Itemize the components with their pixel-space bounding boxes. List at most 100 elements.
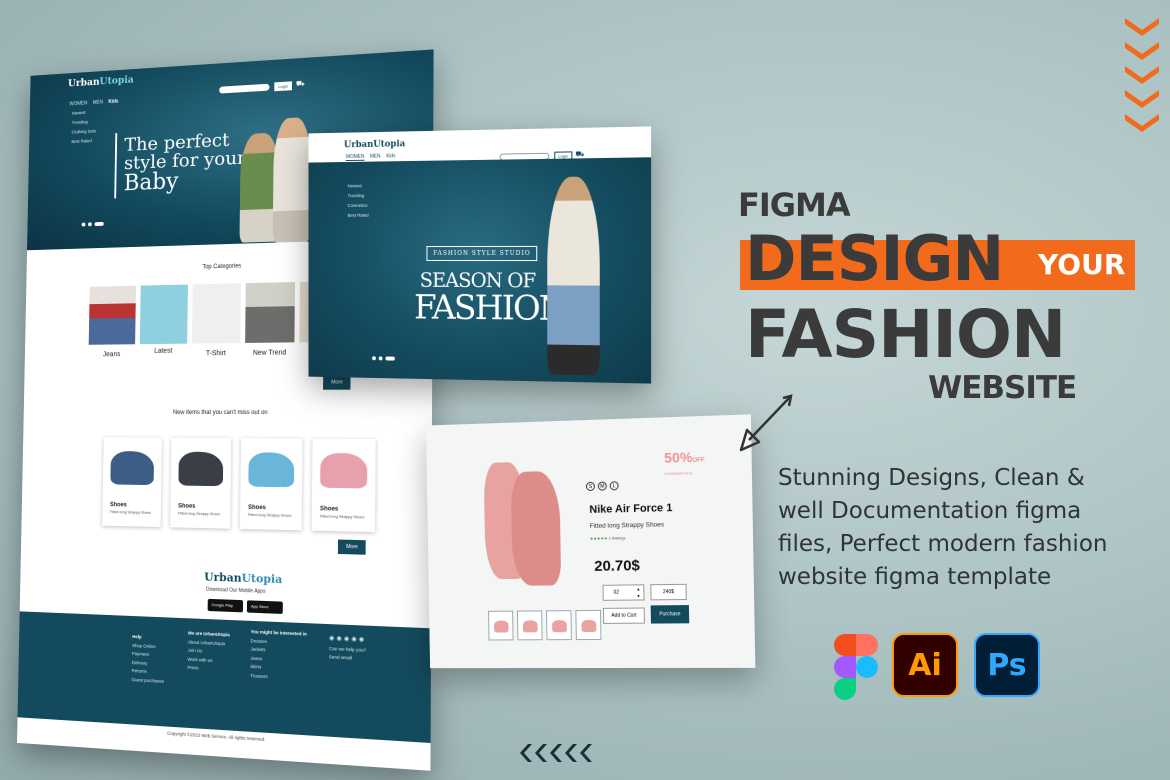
illustrator-icon: Ai <box>892 633 958 697</box>
product-page-mockup: S M L Nike Air Force 1 Fitted long Strap… <box>425 414 756 669</box>
login-button[interactable]: Login <box>274 81 292 92</box>
discount-off: OFF <box>692 457 705 465</box>
tagline-line: files, Perfect modern fashion <box>778 531 1108 557</box>
footer-col-help: Help Shop Online Payment Delivery Return… <box>132 634 165 687</box>
side-link[interactable]: Trending <box>348 193 369 198</box>
size-option[interactable]: L <box>609 481 619 491</box>
footer-link[interactable]: About UrbanUtopia <box>188 639 230 646</box>
footer-link[interactable]: Trousers <box>250 673 306 681</box>
card-title: Shoes <box>178 503 196 510</box>
product-thumbnail[interactable] <box>546 610 572 641</box>
side-link[interactable]: Clothing Sets <box>72 129 96 135</box>
more-items-button[interactable]: More <box>337 539 367 555</box>
product-thumbnail[interactable] <box>516 610 543 641</box>
footer-link[interactable]: Join Us <box>188 648 230 655</box>
nav-women[interactable]: WOMEN <box>345 153 365 162</box>
nav-kids[interactable]: Kids <box>386 153 395 159</box>
search-input[interactable] <box>219 83 270 94</box>
footer-logo: UrbanUtopia <box>204 570 282 586</box>
product-card[interactable]: Shoes Fitted long Strappy Shoes <box>311 438 376 533</box>
nav-men[interactable]: MEN <box>93 100 103 106</box>
fashion-heading: FASHION <box>745 296 1066 373</box>
footer-link[interactable]: Work with us <box>188 656 230 663</box>
quantity-stepper[interactable]: 02 ▲ ▼ <box>602 584 645 601</box>
social-icons[interactable]: ◉◉◉◉◉ <box>329 634 366 644</box>
download-apps-text: Download Our Mobile Apps <box>205 586 266 595</box>
footer-link[interactable]: Send email <box>329 654 366 661</box>
category-image-latest[interactable] <box>139 284 188 345</box>
category-image-tshirt[interactable] <box>191 283 241 344</box>
product-thumbnail[interactable] <box>488 610 514 641</box>
hero-divider <box>114 133 118 199</box>
kid-boy-photo <box>272 116 312 243</box>
chevron-down-icon <box>1125 66 1159 84</box>
footer-link[interactable]: Returns <box>132 668 165 675</box>
category-image-jeans[interactable] <box>88 285 137 345</box>
footer-link[interactable]: Shop Online <box>132 643 165 650</box>
footer-link[interactable]: Payment <box>132 651 165 658</box>
card-title: Shoes <box>248 504 266 512</box>
footer-heading: We are UrbanUtopia <box>187 630 230 638</box>
side-link[interactable]: Newest <box>72 109 96 116</box>
card-subtitle: Fitted long Strappy Shoes <box>109 510 152 515</box>
app-store-badge[interactable]: App Store <box>246 600 283 614</box>
card-title: Shoes <box>319 506 339 513</box>
size-option[interactable]: M <box>597 481 607 491</box>
nav-women[interactable]: WOMEN <box>69 100 87 107</box>
add-to-cart-button[interactable]: Add to Cart <box>602 607 645 624</box>
footer-link[interactable]: Jackets <box>250 646 306 654</box>
nav-men[interactable]: MEN <box>370 154 381 160</box>
footer-link[interactable]: Delivery <box>132 660 165 667</box>
product-thumbnail[interactable] <box>575 609 602 641</box>
footer-link[interactable]: Can we help you? <box>329 645 366 652</box>
promo-canvas: UrbanUtopia WOMEN MEN Kids Login ⛟ Newest … <box>0 0 1170 780</box>
chevron-left-icon <box>520 744 592 762</box>
tagline-line: well Documentation figma <box>778 498 1082 524</box>
footer-link[interactable]: Press <box>187 665 229 672</box>
logo-part: Urban <box>67 76 100 90</box>
tagline: Stunning Designs, Clean & well Documenta… <box>778 462 1107 594</box>
stepper-arrows-icon[interactable]: ▲ ▼ <box>636 585 640 599</box>
footer-link[interactable]: Guest purchases <box>132 677 165 684</box>
product-card[interactable]: Shoes Fitted long Strappy Shoes <box>102 437 162 528</box>
purchase-button[interactable]: Purchase <box>650 605 690 624</box>
card-subtitle: Fitted long Strappy Shoes <box>177 511 221 517</box>
side-link[interactable]: Newest <box>348 183 369 188</box>
tagline-line: website figma template <box>778 564 1052 590</box>
logo[interactable]: UrbanUtopia <box>68 75 134 90</box>
woman-model-photo <box>547 176 600 376</box>
main-nav: WOMEN MEN Kids <box>69 90 124 110</box>
logo[interactable]: UrbanUtopia <box>344 139 405 150</box>
category-label: New Trend <box>252 349 287 357</box>
category-label: T-Shirt <box>205 350 226 358</box>
cart-icon[interactable]: ⛟ <box>296 80 305 89</box>
footer-link[interactable]: Dresses <box>250 638 306 646</box>
google-play-badge[interactable]: Google Play <box>207 598 244 613</box>
category-image-new-trend[interactable] <box>245 282 296 343</box>
carousel-dots[interactable] <box>81 221 104 227</box>
shoe-image <box>320 452 368 489</box>
carousel-dots[interactable] <box>372 356 395 361</box>
footer-link[interactable]: Jeans <box>250 655 306 663</box>
product-name: Nike Air Force 1 <box>589 502 673 516</box>
shoe-image <box>178 451 224 487</box>
rating-count: 1 Ratings <box>608 535 626 541</box>
quantity-value: 02 <box>613 589 620 596</box>
navbar: UrbanUtopia WOMEN MEN Kids Login ⛟ <box>30 49 434 109</box>
more-categories-button[interactable]: More <box>323 375 351 390</box>
footer-col-contact: ◉◉◉◉◉ Can we help you? Send email <box>329 634 366 664</box>
side-link[interactable]: Trending <box>72 119 96 125</box>
nav-kids[interactable]: Kids <box>108 99 118 105</box>
footer: Help Shop Online Payment Delivery Return… <box>17 611 432 744</box>
side-link[interactable]: Cosmetics <box>348 203 369 208</box>
logo-part: Urban <box>204 570 242 585</box>
product-card[interactable]: Shoes Fitted long Strappy Shoes <box>170 437 232 529</box>
footer-heading: Help <box>132 633 142 640</box>
fashion-headline: FASHION <box>413 287 567 330</box>
footer-link[interactable]: Skirts <box>250 664 306 672</box>
product-card[interactable]: Shoes Fitted long Strappy Shoes <box>239 438 303 531</box>
side-link[interactable]: Best Rated <box>71 138 95 144</box>
women-page-mockup: UrbanUtopia WOMEN MEN Kids Login ⛟ Newest … <box>308 126 652 384</box>
side-link[interactable]: Best Rated <box>348 213 369 218</box>
size-option[interactable]: S <box>585 481 595 492</box>
